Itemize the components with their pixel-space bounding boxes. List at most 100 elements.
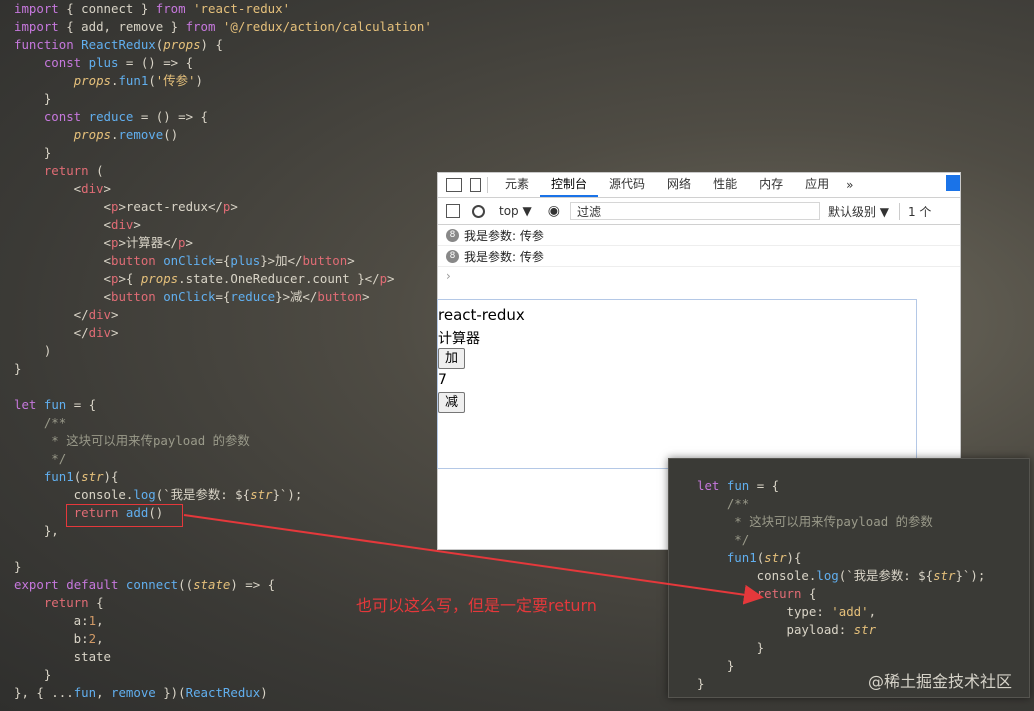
code-token: { connect } bbox=[58, 1, 156, 16]
code-line: * 这块可以用来传payload 的参数 bbox=[14, 432, 432, 450]
device-toggle-icon[interactable] bbox=[470, 178, 481, 192]
code-token: { bbox=[801, 586, 817, 601]
count-value: 7 bbox=[438, 372, 447, 388]
code-token: ( bbox=[88, 163, 104, 178]
console-toolbar: top ▼ ◉ 过滤 默认级别 ▼ 1 个 bbox=[438, 198, 960, 225]
code-token: function bbox=[14, 37, 74, 52]
code-token: (`我是参数: ${ bbox=[155, 487, 251, 502]
code-token: , bbox=[96, 631, 104, 646]
code-token: div bbox=[88, 325, 111, 340]
code-line: </div> bbox=[14, 324, 432, 342]
code-token: < bbox=[14, 217, 111, 232]
code-token: str bbox=[81, 469, 104, 484]
code-token: plus bbox=[230, 253, 261, 268]
code-token: from bbox=[155, 1, 186, 16]
code-token: = { bbox=[749, 478, 780, 493]
code-token: }, { ... bbox=[14, 685, 74, 700]
code-token: ) bbox=[260, 685, 268, 700]
code-line: <div> bbox=[14, 216, 432, 234]
code-token: console. bbox=[14, 487, 134, 502]
code-token: button bbox=[110, 289, 156, 304]
code-token: ={ bbox=[215, 253, 231, 268]
code-token: */ bbox=[726, 532, 750, 547]
code-token: div bbox=[81, 181, 104, 196]
code-token: , bbox=[96, 685, 111, 700]
sidebar-toggle-icon[interactable] bbox=[446, 204, 460, 218]
code-token: > bbox=[185, 235, 193, 250]
code-token: </ bbox=[14, 325, 89, 340]
code-line: /** bbox=[697, 495, 985, 513]
code-token: } bbox=[14, 145, 52, 160]
code-token: < bbox=[14, 235, 111, 250]
code-token: > bbox=[387, 271, 395, 286]
code-token: * 这块可以用来传payload 的参数 bbox=[43, 433, 250, 448]
code-line: state bbox=[14, 648, 432, 666]
code-token: props bbox=[140, 271, 179, 286]
code-token: () bbox=[163, 127, 179, 142]
plus-button[interactable]: 加 bbox=[438, 348, 465, 369]
code-line: <p>{ props.state.OneReducer.count }</p> bbox=[14, 270, 432, 288]
code-token: 2 bbox=[88, 631, 97, 646]
issue-count[interactable]: 1 个 bbox=[898, 202, 931, 220]
code-token: log bbox=[133, 487, 156, 502]
code-token: }>减</ bbox=[275, 289, 318, 304]
code-line: /** bbox=[14, 414, 432, 432]
log-message: 我是参数: 传参 bbox=[464, 249, 544, 264]
code-token: fun bbox=[726, 478, 750, 493]
code-token: p bbox=[379, 271, 388, 286]
inspect-icon[interactable] bbox=[446, 178, 462, 192]
code-token: , bbox=[868, 604, 877, 619]
eye-icon[interactable]: ◉ bbox=[548, 203, 560, 219]
code-line: */ bbox=[697, 531, 985, 549]
code-token: >计算器</ bbox=[118, 235, 179, 250]
code-line: import { add, remove } from '@/redux/act… bbox=[14, 18, 432, 36]
code-line: console.log(`我是参数: ${str}`); bbox=[697, 567, 986, 585]
context-select[interactable]: top ▼ bbox=[499, 204, 532, 218]
code-token: str bbox=[853, 622, 877, 637]
code-token: const bbox=[43, 109, 82, 124]
tab-sources[interactable]: 源代码 bbox=[598, 173, 656, 197]
code-token: payload: bbox=[697, 622, 854, 637]
code-token: plus bbox=[88, 55, 119, 70]
code-token: >react-redux</ bbox=[118, 199, 223, 214]
code-token: } bbox=[697, 640, 765, 655]
code-line: ) bbox=[14, 342, 432, 360]
tab-performance[interactable]: 性能 bbox=[702, 173, 748, 197]
code-token: props bbox=[73, 73, 111, 88]
code-token: */ bbox=[43, 451, 67, 466]
code-line: } bbox=[14, 666, 432, 684]
log-level-select[interactable]: 默认级别 ▼ bbox=[828, 203, 889, 220]
code-token: button bbox=[317, 289, 363, 304]
minus-button[interactable]: 减 bbox=[438, 392, 465, 413]
code-line: fun1(str){ bbox=[697, 549, 985, 567]
tab-console[interactable]: 控制台 bbox=[540, 173, 599, 197]
code-token: remove bbox=[111, 685, 156, 700]
code-token: } bbox=[14, 91, 52, 106]
code-token: str bbox=[933, 568, 956, 583]
tab-memory[interactable]: 内存 bbox=[748, 173, 794, 197]
tab-network[interactable]: 网络 bbox=[656, 173, 702, 197]
code-token: fun1 bbox=[726, 550, 757, 565]
tab-elements[interactable]: 元素 bbox=[494, 173, 540, 197]
code-token: let bbox=[14, 397, 37, 412]
code-token: a: bbox=[14, 613, 89, 628]
code-token: /** bbox=[43, 415, 67, 430]
issues-badge-icon[interactable] bbox=[946, 175, 960, 191]
code-line: console.log(`我是参数: ${str}`); bbox=[14, 486, 432, 504]
filter-input[interactable]: 过滤 bbox=[569, 202, 820, 220]
code-token: }>加</ bbox=[260, 253, 303, 268]
console-prompt[interactable]: › bbox=[438, 267, 960, 285]
clear-console-icon[interactable] bbox=[472, 204, 485, 218]
code-token: })( bbox=[155, 685, 186, 700]
tab-application[interactable]: 应用 bbox=[794, 173, 840, 197]
code-token: 'add' bbox=[831, 604, 869, 619]
more-tabs-button[interactable]: » bbox=[840, 178, 859, 192]
code-token: > bbox=[230, 199, 238, 214]
